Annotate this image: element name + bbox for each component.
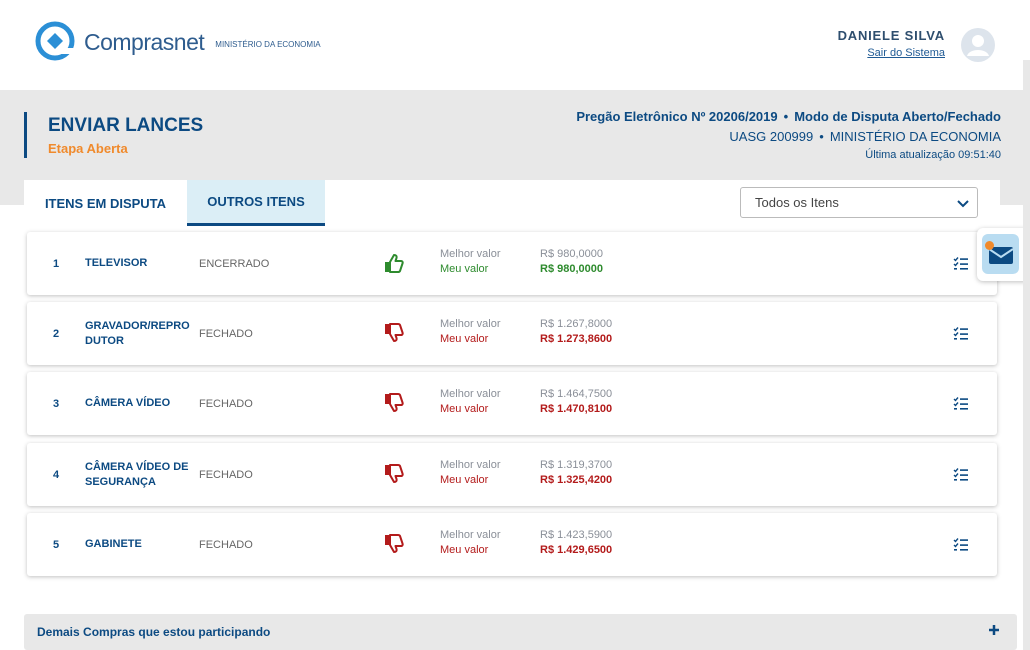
- separator: •: [819, 129, 824, 144]
- chevron-down-icon: [957, 200, 969, 208]
- item-name: CÂMERA VÍDEO: [85, 397, 171, 409]
- checklist-icon[interactable]: [953, 537, 969, 551]
- item-row[interactable]: 5 GABINETE FECHADO Melhor valor Meu valor R$ …: [27, 513, 997, 576]
- my-value: R$ 1.470,8100: [540, 403, 613, 415]
- best-value-label: Melhor valor: [440, 318, 501, 330]
- bidding-info-line1: Pregão Eletrônico Nº 20206/2019 • Modo de …: [576, 109, 1001, 124]
- item-status: FECHADO: [199, 538, 253, 551]
- value-amounts: R$ 1.267,8000 R$ 1.273,8600: [540, 317, 612, 347]
- logout-link[interactable]: Sair do Sistema: [867, 47, 945, 59]
- my-value-label: Meu valor: [440, 474, 489, 486]
- item-name: GABINETE: [85, 538, 142, 550]
- thumbs-down-icon: [385, 393, 404, 412]
- my-value: R$ 1.273,8600: [540, 333, 613, 345]
- logo-name: Comprasnet: [84, 28, 205, 55]
- value-labels: Melhor valor Meu valor: [440, 528, 501, 558]
- best-value: R$ 1.319,3700: [540, 459, 613, 471]
- mail-icon-background: [982, 234, 1019, 274]
- best-value: R$ 1.423,5900: [540, 529, 613, 541]
- bidding-info: Pregão Eletrônico Nº 20206/2019 • Modo de …: [576, 109, 1001, 161]
- thumbs-down-icon: [385, 534, 404, 553]
- value-labels: Melhor valor Meu valor: [440, 387, 501, 417]
- user-avatar-icon[interactable]: [961, 28, 995, 62]
- item-number: 1: [53, 257, 60, 270]
- pregao-number: Pregão Eletrônico Nº 20206/2019: [576, 109, 778, 124]
- item-number: 3: [53, 397, 60, 410]
- page-title: ENVIAR LANCES: [48, 115, 204, 136]
- best-value-label: Melhor valor: [440, 529, 501, 541]
- item-name: CÂMERA VÍDEO DE SEGURANÇA: [85, 460, 189, 488]
- thumbs-down-icon: [385, 323, 404, 342]
- item-row[interactable]: 2 GRAVADOR/REPRO DUTOR FECHADO Melhor valor…: [27, 302, 997, 365]
- bidding-info-line2: UASG 200999 • MINISTÉRIO DA ECONOMIA: [576, 129, 1001, 144]
- best-value-label: Melhor valor: [440, 388, 501, 400]
- best-value: R$ 1.464,7500: [540, 388, 613, 400]
- value-amounts: R$ 1.319,3700 R$ 1.325,4200: [540, 458, 612, 488]
- item-number: 4: [53, 468, 60, 481]
- mail-icon: [988, 247, 1014, 264]
- my-value-label: Meu valor: [440, 263, 489, 275]
- item-status: FECHADO: [199, 327, 253, 340]
- item-name: TELEVISOR: [85, 257, 148, 269]
- thumbs-down-icon: [385, 464, 404, 483]
- value-amounts: R$ 1.464,7500 R$ 1.470,8100: [540, 387, 612, 417]
- checklist-icon[interactable]: [953, 396, 969, 410]
- my-value-label: Meu valor: [440, 544, 489, 556]
- orgao: MINISTÉRIO DA ECONOMIA: [829, 129, 1001, 144]
- best-value-label: Melhor valor: [440, 248, 501, 260]
- tab-itens-em-disputa[interactable]: ITENS EM DISPUTA: [24, 180, 187, 226]
- items-filter-select[interactable]: Todos os Itens: [740, 187, 978, 218]
- best-value: R$ 1.267,8000: [540, 318, 613, 330]
- my-value-label: Meu valor: [440, 403, 489, 415]
- items-filter-value: Todos os Itens: [755, 195, 839, 210]
- top-header: Comprasnet MINISTÉRIO DA ECONOMIA DANIEL…: [0, 0, 1030, 90]
- page-title-block: ENVIAR LANCES Etapa Aberta: [24, 112, 203, 158]
- separator: •: [783, 109, 789, 124]
- value-amounts: R$ 980,0000 R$ 980,0000: [540, 247, 603, 277]
- value-amounts: R$ 1.423,5900 R$ 1.429,6500: [540, 528, 612, 558]
- item-row[interactable]: 3 CÂMERA VÍDEO FECHADO Melhor valor Meu valo…: [27, 372, 997, 435]
- checklist-icon[interactable]: [953, 467, 969, 481]
- uasg: UASG 200999: [729, 129, 814, 144]
- my-value: R$ 1.429,6500: [540, 544, 613, 556]
- item-status: FECHADO: [199, 468, 253, 481]
- value-labels: Melhor valor Meu valor: [440, 458, 501, 488]
- my-value: R$ 980,0000: [540, 263, 603, 275]
- best-value-label: Melhor valor: [440, 459, 501, 471]
- checklist-icon[interactable]: [953, 326, 969, 340]
- last-update: Última atualização 09:51:40: [865, 149, 1001, 161]
- notification-dot: [985, 241, 994, 250]
- tab-outros-itens[interactable]: OUTROS ITENS: [187, 180, 325, 226]
- item-row[interactable]: 1 TELEVISOR ENCERRADO Melhor valor Meu valor…: [27, 232, 997, 295]
- thumbs-up-icon: [385, 254, 404, 273]
- other-purchases-bar[interactable]: Demais Compras que estou participando: [24, 614, 1017, 650]
- item-row[interactable]: 4 CÂMERA VÍDEO DE SEGURANÇA FECHADO Melhor …: [27, 443, 997, 506]
- item-number: 5: [53, 538, 60, 551]
- item-number: 2: [53, 327, 60, 340]
- best-value: R$ 980,0000: [540, 248, 603, 260]
- other-purchases-label: Demais Compras que estou participando: [37, 625, 271, 639]
- value-labels: Melhor valor Meu valor: [440, 247, 501, 277]
- comprasnet-logo-icon: [35, 21, 75, 61]
- my-value-label: Meu valor: [440, 333, 489, 345]
- user-name: DANIELE SILVA: [837, 28, 945, 43]
- messages-button[interactable]: [977, 228, 1027, 281]
- tabs-bar: ITENS EM DISPUTA OUTROS ITENS Todos os I…: [24, 180, 1000, 226]
- item-status: FECHADO: [199, 397, 253, 410]
- user-info: DANIELE SILVA Sair do Sistema: [838, 28, 945, 61]
- my-value: R$ 1.325,4200: [540, 474, 613, 486]
- page-edge-bar: [1023, 60, 1030, 650]
- item-status: ENCERRADO: [199, 257, 270, 270]
- item-name: GRAVADOR/REPRO DUTOR: [85, 319, 190, 347]
- value-labels: Melhor valor Meu valor: [440, 317, 501, 347]
- comprasnet-logo[interactable]: Comprasnet MINISTÉRIO DA ECONOMIA: [34, 20, 321, 64]
- logo-subtitle: MINISTÉRIO DA ECONOMIA: [215, 39, 321, 49]
- plus-icon[interactable]: [987, 623, 1001, 637]
- stage-label: Etapa Aberta: [48, 141, 128, 156]
- dispute-mode: Modo de Disputa Aberto/Fechado: [794, 109, 1001, 124]
- checklist-icon[interactable]: [953, 256, 969, 270]
